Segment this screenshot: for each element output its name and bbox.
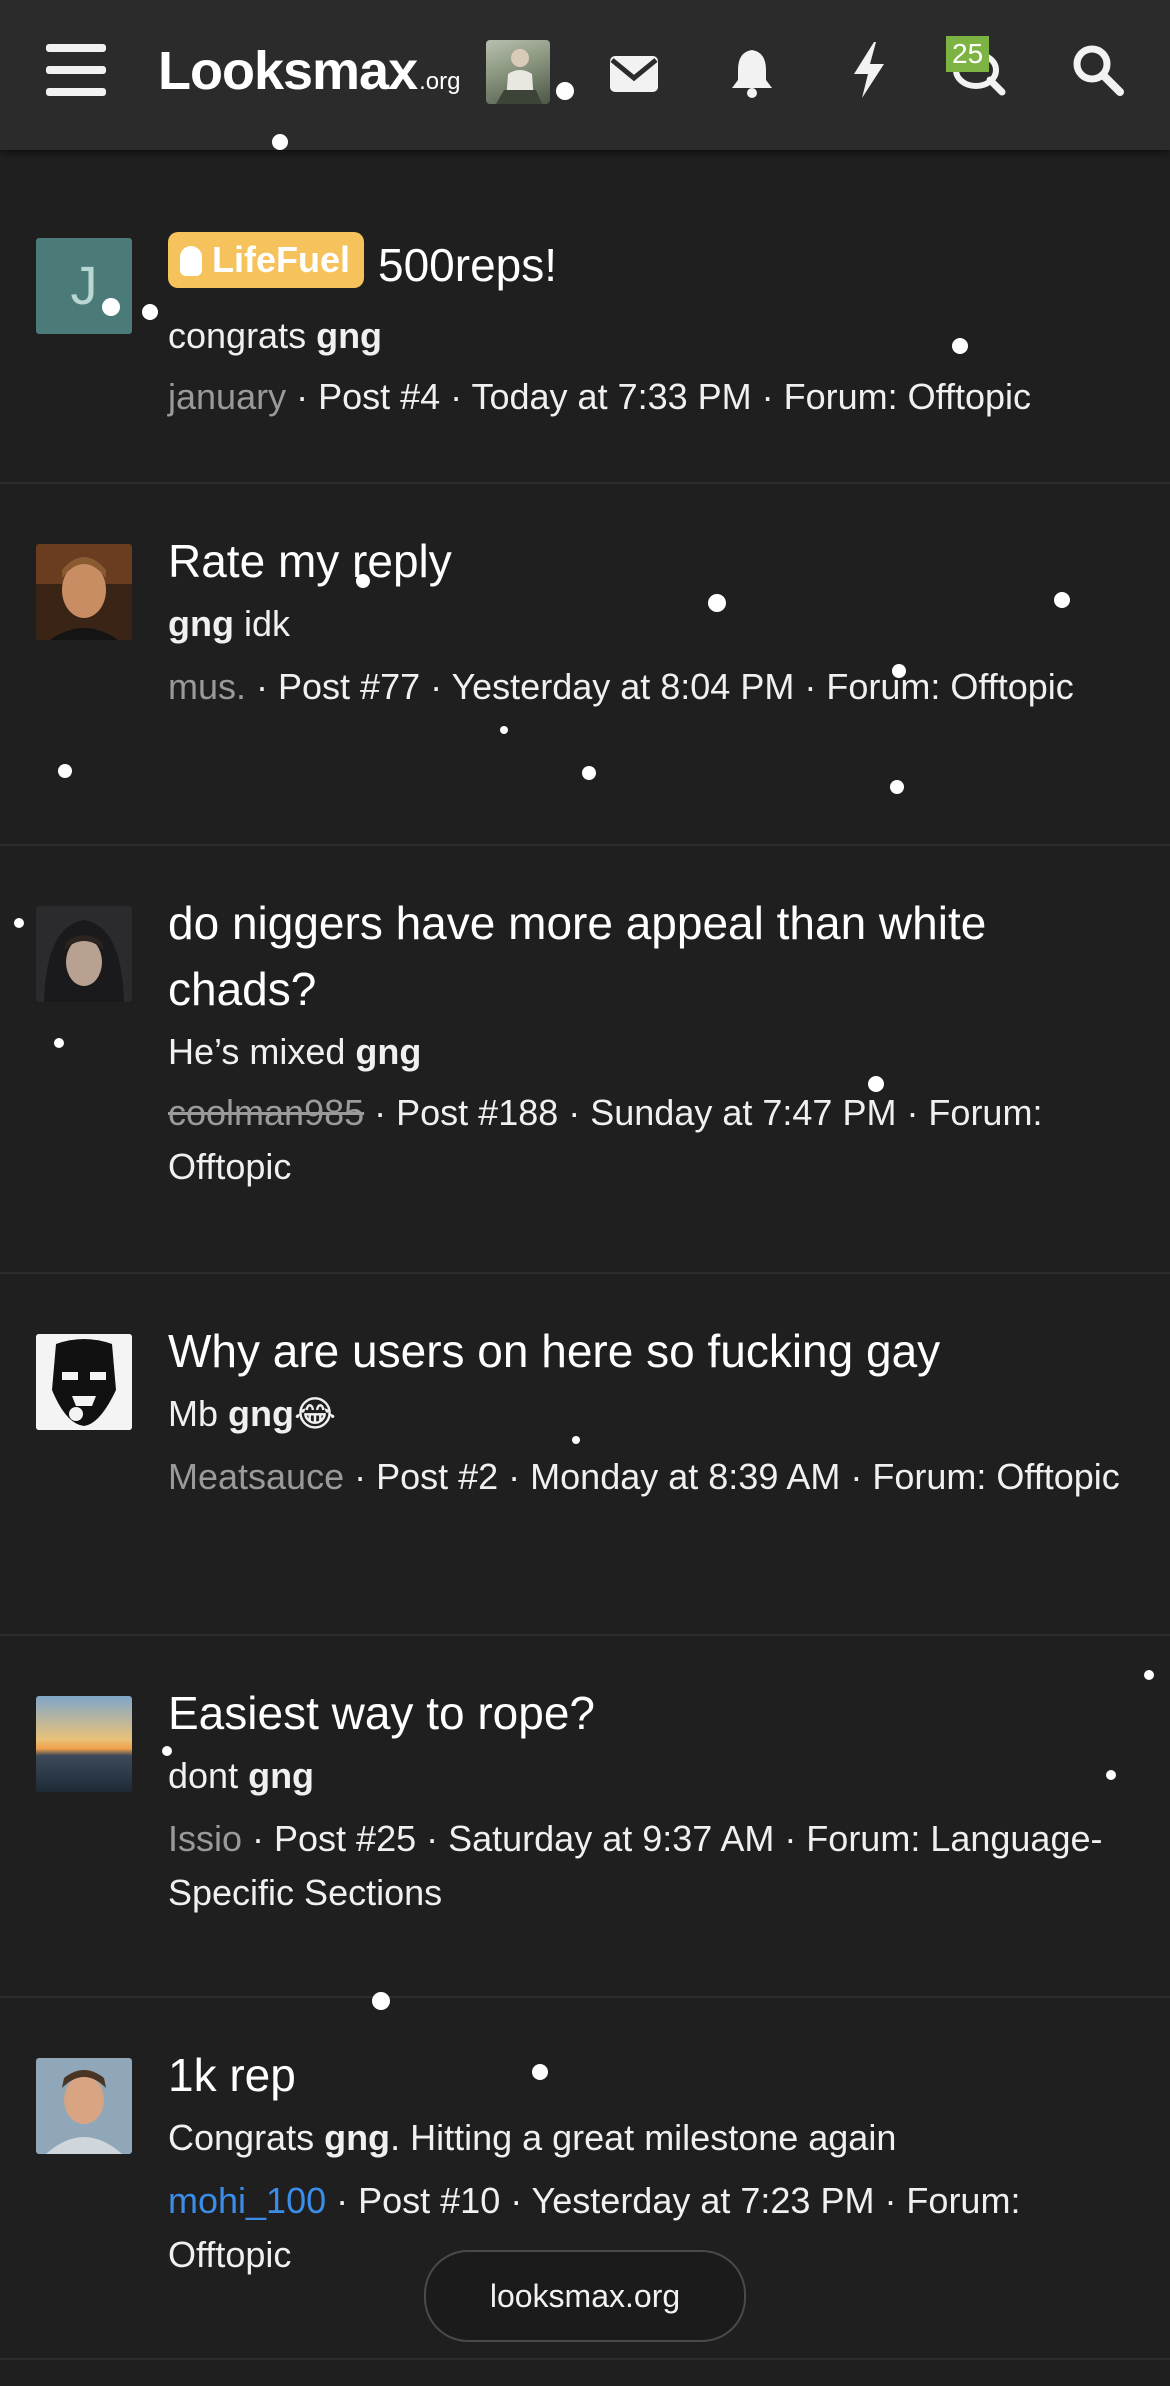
list-item[interactable]: J LifeFuel 500reps! congrats gng january …: [0, 198, 1170, 484]
avatar[interactable]: [36, 906, 132, 1002]
username-link[interactable]: coolman985: [168, 1092, 364, 1133]
site-url-pill[interactable]: looksmax.org: [424, 2250, 746, 2342]
avatar[interactable]: [36, 1696, 132, 1792]
thread-title[interactable]: Easiest way to rope?: [168, 1680, 1128, 1746]
lightbulb-icon: [180, 246, 202, 276]
prefix-badge[interactable]: LifeFuel: [168, 232, 365, 288]
bell-icon[interactable]: [724, 44, 780, 100]
post-snippet: He’s mixed gng: [168, 1031, 422, 1072]
snowflake-particle: [890, 780, 904, 794]
snowflake-particle: [58, 764, 72, 778]
thread-title[interactable]: LifeFuel 500reps!: [168, 232, 1128, 298]
post-meta: Issio · Post #25 · Saturday at 9:37 AM ·…: [168, 1818, 1103, 1913]
avatar[interactable]: [36, 2058, 132, 2154]
snowflake-particle: [14, 918, 24, 928]
title-text: 500reps!: [378, 239, 558, 291]
username-link[interactable]: Meatsauce: [168, 1456, 344, 1497]
post-snippet: gng idk: [168, 603, 291, 644]
snowflake-particle: [572, 1436, 580, 1444]
laughing-emoji: 😂: [294, 1393, 337, 1434]
snowflake-particle: [532, 2064, 548, 2080]
post-snippet: dont gng: [168, 1755, 315, 1796]
list-item[interactable]: Rate my reply gng idk mus. · Post #77 · …: [0, 484, 1170, 846]
user-avatar[interactable]: [486, 40, 550, 104]
list-item[interactable]: Why are users on here so fucking gay Mb …: [0, 1274, 1170, 1636]
snowflake-particle: [500, 726, 508, 734]
search-icon[interactable]: [1070, 42, 1126, 98]
chat-badge: 25: [946, 36, 990, 72]
avatar[interactable]: J: [36, 238, 132, 334]
envelope-icon[interactable]: [608, 48, 664, 104]
menu-icon[interactable]: [46, 44, 106, 100]
snowflake-particle: [162, 1746, 172, 1756]
thread-title[interactable]: 1k rep: [168, 2042, 1128, 2108]
bolt-icon[interactable]: [842, 40, 898, 98]
post-snippet: Mb gng😂: [168, 1393, 337, 1434]
post-snippet: Congrats gng. Hitting a great milestone …: [168, 2117, 897, 2158]
snowflake-particle: [708, 594, 726, 612]
post-meta: january · Post #4 · Today at 7:33 PM · F…: [168, 376, 1032, 417]
snowflake-particle: [102, 298, 120, 316]
thread-title[interactable]: Rate my reply: [168, 528, 1128, 594]
list-item[interactable]: Easiest way to rope? dont gng Issio · Po…: [0, 1636, 1170, 1998]
snowflake-particle: [142, 304, 158, 320]
top-navigation-bar: Looksmax.org 25: [0, 0, 1170, 150]
thread-title[interactable]: Why are users on here so fucking gay: [168, 1318, 1128, 1384]
snowflake-particle: [1106, 1770, 1116, 1780]
logo-suffix: .org: [419, 68, 461, 95]
logo-text: Looksmax: [158, 41, 418, 101]
snowflake-particle: [372, 1992, 390, 2010]
snowflake-particle: [556, 82, 574, 100]
snowflake-particle: [272, 134, 288, 150]
post-meta: Meatsauce · Post #2 · Monday at 8:39 AM …: [168, 1456, 1120, 1497]
snowflake-particle: [582, 766, 596, 780]
snowflake-particle: [356, 574, 370, 588]
username-link[interactable]: mohi_100: [168, 2180, 326, 2221]
avatar-letter: J: [70, 256, 98, 316]
site-logo[interactable]: Looksmax.org: [158, 40, 460, 102]
username-link[interactable]: Issio: [168, 1818, 242, 1859]
post-snippet: congrats gng: [168, 315, 383, 356]
thread-title[interactable]: do niggers have more appeal than white c…: [168, 890, 1128, 1022]
avatar[interactable]: [36, 544, 132, 640]
avatar[interactable]: [36, 1334, 132, 1430]
post-meta: coolman985 · Post #188 · Sunday at 7:47 …: [168, 1092, 1043, 1187]
post-meta: mus. · Post #77 · Yesterday at 8:04 PM ·…: [168, 666, 1074, 707]
snowflake-particle: [868, 1076, 884, 1092]
prefix-label: LifeFuel: [212, 239, 351, 280]
snowflake-particle: [1144, 1670, 1154, 1680]
snowflake-particle: [952, 338, 968, 354]
list-item[interactable]: do niggers have more appeal than white c…: [0, 846, 1170, 1274]
username-link[interactable]: january: [168, 376, 286, 417]
snowflake-particle: [892, 664, 906, 678]
username-link[interactable]: mus.: [168, 666, 246, 707]
snowflake-particle: [54, 1038, 64, 1048]
snowflake-particle: [1054, 592, 1070, 608]
